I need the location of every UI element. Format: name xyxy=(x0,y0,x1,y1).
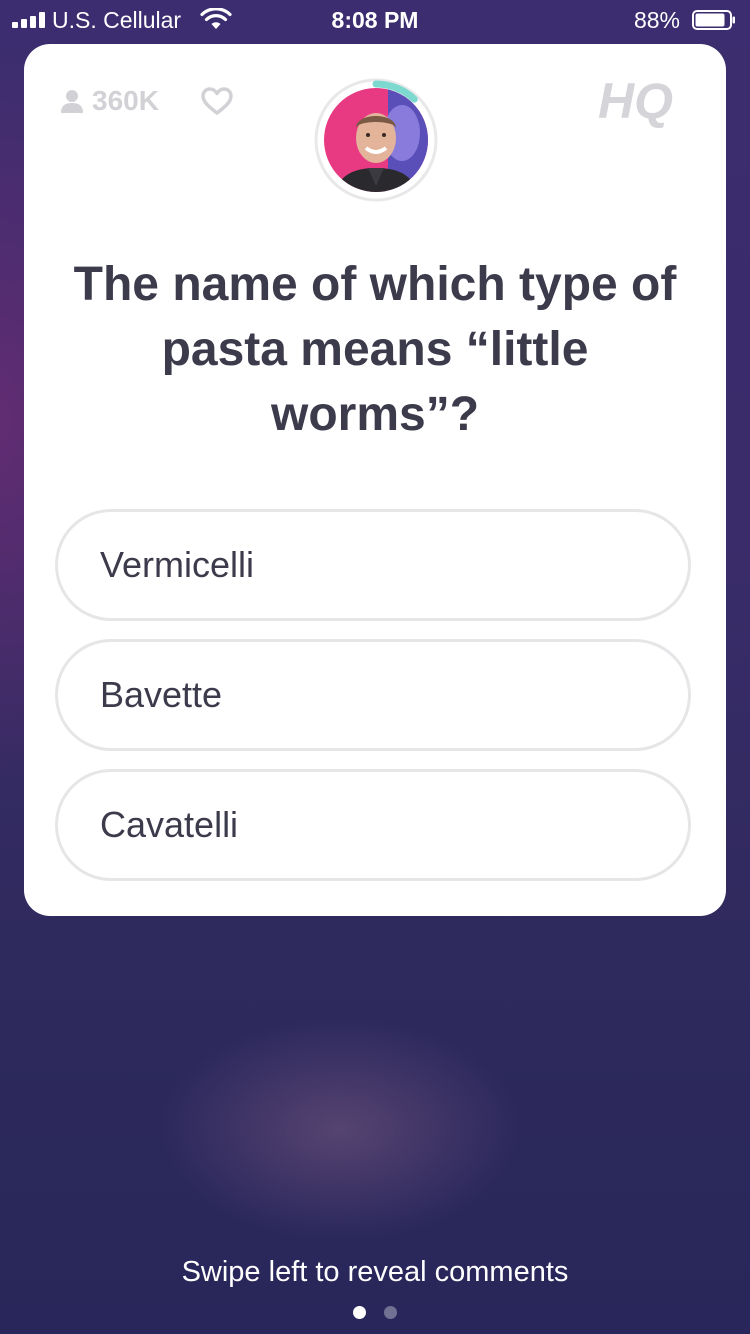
answer-label: Vermicelli xyxy=(100,544,255,585)
heart-icon[interactable] xyxy=(200,86,234,116)
status-bar: U.S. Cellular 8:08 PM 88% xyxy=(0,0,750,40)
answer-option-3[interactable]: Cavatelli xyxy=(55,769,691,881)
viewer-count: 360K xyxy=(60,85,159,116)
answer-label: Bavette xyxy=(100,674,223,715)
battery-icon xyxy=(692,10,735,30)
answer-option-1[interactable]: Vermicelli xyxy=(55,509,691,621)
hq-logo: HQ xyxy=(598,73,673,129)
answer-label: Cavatelli xyxy=(100,804,239,845)
battery-percentage: 88% xyxy=(633,7,680,33)
page-dot[interactable] xyxy=(384,1306,397,1319)
page-indicator[interactable] xyxy=(0,1306,750,1319)
svg-text:HQ: HQ xyxy=(598,73,673,129)
page-dot-active[interactable] xyxy=(353,1306,366,1319)
user-icon xyxy=(61,90,83,113)
question-text: The name of which type of pasta means “l… xyxy=(73,258,677,441)
viewer-count-text: 360K xyxy=(92,85,159,116)
question-card: 360K HQ The name of which type of pasta … xyxy=(24,44,726,916)
host-avatar xyxy=(314,78,438,202)
answer-option-2[interactable]: Bavette xyxy=(55,639,691,751)
swipe-hint: Swipe left to reveal comments xyxy=(181,1256,569,1288)
